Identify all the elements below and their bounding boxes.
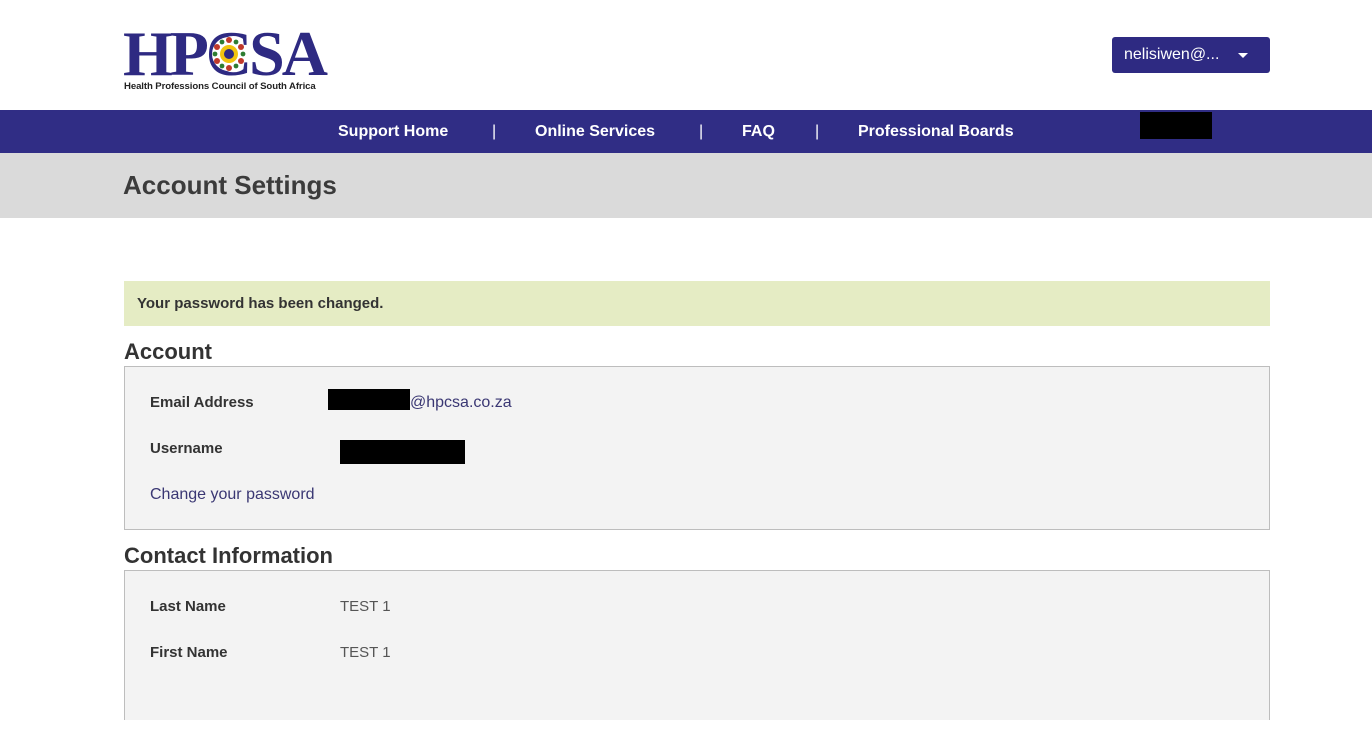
alert-message: Your password has been changed. <box>137 295 384 312</box>
redacted-nav-item <box>1140 112 1212 139</box>
contact-panel: Last Name TEST 1 First Name TEST 1 <box>124 570 1270 720</box>
nav-faq[interactable]: FAQ <box>742 110 775 153</box>
nav-separator: | <box>492 123 497 140</box>
account-panel: Email Address @hpcsa.co.za Username Chan… <box>124 366 1270 530</box>
account-heading: Account <box>124 339 212 364</box>
page-title: Account Settings <box>123 170 337 200</box>
hpcsa-logo[interactable]: HPCSA Health Professions Council of Sout… <box>123 22 335 94</box>
nav-separator: | <box>815 123 820 140</box>
user-menu-label: nelisiwen@... <box>1124 46 1220 63</box>
last-name-value: TEST 1 <box>340 598 391 615</box>
success-alert: Your password has been changed. <box>124 281 1270 326</box>
contact-heading: Contact Information <box>124 543 333 568</box>
redacted-username <box>340 440 465 464</box>
email-label: Email Address <box>150 394 254 411</box>
nav-professional-boards[interactable]: Professional Boards <box>858 110 1014 153</box>
user-menu-button[interactable]: nelisiwen@... <box>1112 37 1270 73</box>
change-password-link[interactable]: Change your password <box>150 486 315 504</box>
logo-subtitle: Health Professions Council of South Afri… <box>124 81 316 92</box>
first-name-value: TEST 1 <box>340 644 391 661</box>
caret-down-icon <box>1238 53 1248 58</box>
email-value: @hpcsa.co.za <box>410 394 512 411</box>
page-title-band: Account Settings <box>0 153 1372 218</box>
main-navbar: Support Home | Online Services | FAQ | P… <box>0 110 1372 153</box>
nav-support-home[interactable]: Support Home <box>338 110 448 153</box>
nav-online-services[interactable]: Online Services <box>535 110 655 153</box>
nav-separator: | <box>699 123 704 140</box>
logo-seal-icon <box>212 37 246 71</box>
redacted-email-user <box>328 389 410 410</box>
first-name-label: First Name <box>150 644 228 661</box>
username-label: Username <box>150 440 223 457</box>
last-name-label: Last Name <box>150 598 226 615</box>
